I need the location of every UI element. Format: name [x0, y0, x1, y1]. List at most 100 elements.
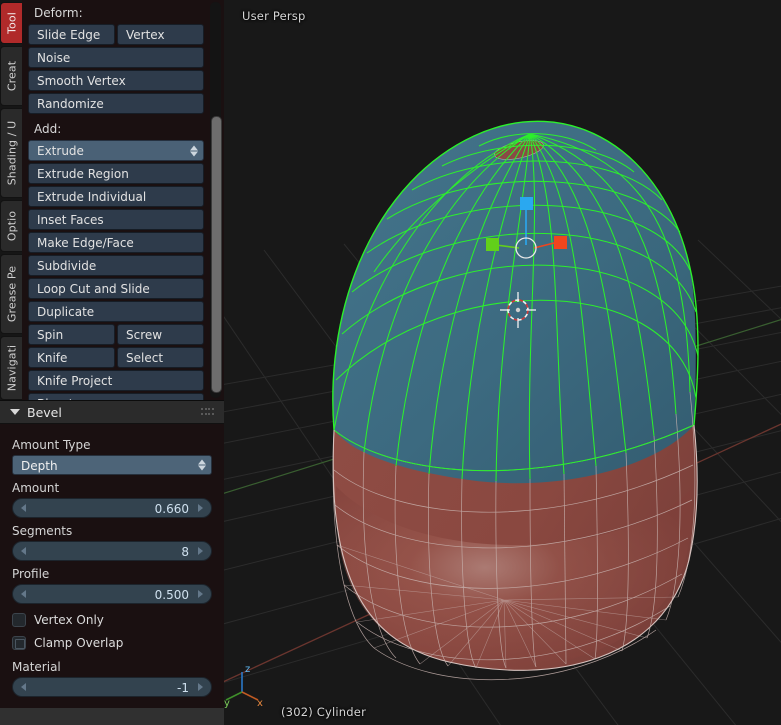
tool-button-slide-edge[interactable]: Slide Edge	[28, 24, 115, 45]
tool-button-row: Extrude	[28, 140, 204, 161]
slider-right-arrow-icon[interactable]	[198, 590, 203, 598]
tool-button-label: Knife	[37, 351, 68, 365]
bottom-filler-strip	[0, 708, 224, 725]
tool-button-knife[interactable]: Knife	[28, 347, 115, 368]
profile-label: Profile	[12, 567, 50, 581]
vertex-only-row[interactable]: Vertex Only	[12, 613, 212, 627]
amount-type-value: Depth	[21, 459, 58, 473]
tool-button-inset-faces[interactable]: Inset Faces	[28, 209, 204, 230]
svg-text:x: x	[257, 698, 263, 709]
amount-value: 0.660	[154, 502, 189, 516]
tool-shelf-scrollbar[interactable]	[210, 2, 222, 398]
sidebar-tab-label: Optio	[5, 210, 19, 242]
tool-button-label: Extrude Individual	[37, 190, 147, 204]
clamp-overlap-label: Clamp Overlap	[34, 636, 124, 650]
tool-shelf-scrollbar-thumb[interactable]	[211, 116, 222, 393]
tool-button-label: Extrude	[37, 144, 84, 158]
tool-button-vertex[interactable]: Vertex	[117, 24, 204, 45]
sidebar-tab-optio[interactable]: Optio	[0, 200, 23, 252]
segments-slider[interactable]: 8	[12, 541, 212, 561]
tool-button-randomize[interactable]: Randomize	[28, 93, 204, 114]
panel-grip-icon[interactable]	[201, 408, 214, 416]
tool-button-label: Slide Edge	[37, 28, 101, 42]
tool-button-spin[interactable]: Spin	[28, 324, 115, 345]
segments-value: 8	[181, 545, 189, 559]
bevel-panel-header[interactable]: Bevel	[0, 401, 224, 424]
amount-type-dropdown[interactable]: Depth	[12, 455, 212, 475]
slider-left-arrow-icon[interactable]	[21, 547, 26, 555]
tool-section-label: Deform:	[34, 6, 83, 20]
slider-right-arrow-icon[interactable]	[198, 504, 203, 512]
tool-button-label: Loop Cut and Slide	[37, 282, 150, 296]
tool-button-extrude-region[interactable]: Extrude Region	[28, 163, 204, 184]
material-slider[interactable]: -1	[12, 677, 212, 697]
amount-type-label: Amount Type	[12, 438, 91, 452]
tool-button-label: Subdivide	[37, 259, 97, 273]
slider-left-arrow-icon[interactable]	[21, 683, 26, 691]
tool-button-label: Extrude Region	[37, 167, 129, 181]
tool-button-duplicate[interactable]: Duplicate	[28, 301, 204, 322]
tool-button-row: Bisect	[28, 393, 204, 400]
tool-button-make-edge-face[interactable]: Make Edge/Face	[28, 232, 204, 253]
tool-button-noise[interactable]: Noise	[28, 47, 204, 68]
material-label: Material	[12, 660, 61, 674]
tool-button-row: Knife Project	[28, 370, 204, 391]
sidebar-tab-shading-u[interactable]: Shading / U	[0, 108, 23, 198]
sidebar-tab-grease-pe[interactable]: Grease Pe	[0, 254, 23, 334]
vertical-tab-strip: Tool Creat Shading / U Optio Grease Pe Naviga…	[0, 0, 23, 400]
slider-right-arrow-icon[interactable]	[198, 683, 203, 691]
tool-button-label: Vertex	[126, 28, 165, 42]
amount-slider[interactable]: 0.660	[12, 498, 212, 518]
profile-slider[interactable]: 0.500	[12, 584, 212, 604]
tool-button-screw[interactable]: Screw	[117, 324, 204, 345]
tool-button-row: Make Edge/Face	[28, 232, 204, 253]
tool-button-label: Duplicate	[37, 305, 95, 319]
tool-button-label: Smooth Vertex	[37, 74, 126, 88]
sidebar-tab-label: Creat	[5, 60, 19, 92]
vertex-only-label: Vertex Only	[34, 613, 104, 627]
vertex-only-checkbox[interactable]	[12, 613, 26, 627]
3d-viewport[interactable]: z y x User Persp (302) Cylinder	[224, 0, 781, 725]
tool-button-subdivide[interactable]: Subdivide	[28, 255, 204, 276]
tool-button-row: Extrude Region	[28, 163, 204, 184]
slider-left-arrow-icon[interactable]	[21, 504, 26, 512]
tool-shelf-panel[interactable]: Deform: Slide Edge Vertex Noise Smooth Verte…	[22, 0, 224, 400]
tool-button-knife-project[interactable]: Knife Project	[28, 370, 204, 391]
tool-button-bisect[interactable]: Bisect	[28, 393, 204, 400]
segments-label: Segments	[12, 524, 73, 538]
tool-button-row: Duplicate	[28, 301, 204, 322]
tool-button-select[interactable]: Select	[117, 347, 204, 368]
clamp-overlap-row[interactable]: Clamp Overlap	[12, 636, 212, 650]
tool-button-row: Subdivide	[28, 255, 204, 276]
tool-button-label: Spin	[37, 328, 64, 342]
profile-value: 0.500	[154, 588, 189, 602]
slider-right-arrow-icon[interactable]	[198, 547, 203, 555]
tool-button-loop-cut-and-slide[interactable]: Loop Cut and Slide	[28, 278, 204, 299]
sidebar-tab-creat[interactable]: Creat	[0, 46, 23, 106]
sidebar-tab-navigati[interactable]: Navigati	[0, 336, 23, 400]
bevel-panel-title: Bevel	[27, 404, 62, 420]
tool-button-label: Inset Faces	[37, 213, 104, 227]
tool-button-label: Select	[126, 351, 164, 365]
tool-button-label: Noise	[37, 51, 71, 65]
tool-button-extrude[interactable]: Extrude	[28, 140, 204, 161]
tool-button-row: Spin Screw	[28, 324, 204, 345]
chevron-down-icon	[10, 409, 20, 415]
tool-button-row: Slide Edge Vertex	[28, 24, 204, 45]
sidebar-tab-tool[interactable]: Tool	[0, 2, 23, 44]
tool-button-row: Smooth Vertex	[28, 70, 204, 91]
sidebar-tab-label: Navigati	[5, 344, 19, 392]
slider-left-arrow-icon[interactable]	[21, 590, 26, 598]
clamp-overlap-checkbox[interactable]	[12, 636, 26, 650]
amount-label: Amount	[12, 481, 60, 495]
material-value: -1	[177, 681, 189, 695]
tool-button-row: Noise	[28, 47, 204, 68]
dropdown-spinner-icon	[198, 459, 206, 471]
sidebar-tab-label: Shading / U	[5, 120, 19, 186]
tool-button-label: Knife Project	[37, 374, 113, 388]
viewport-canvas[interactable]: z y x	[224, 0, 781, 725]
tool-button-extrude-individual[interactable]: Extrude Individual	[28, 186, 204, 207]
tool-button-smooth-vertex[interactable]: Smooth Vertex	[28, 70, 204, 91]
tool-button-row: Extrude Individual	[28, 186, 204, 207]
svg-text:y: y	[224, 698, 230, 709]
